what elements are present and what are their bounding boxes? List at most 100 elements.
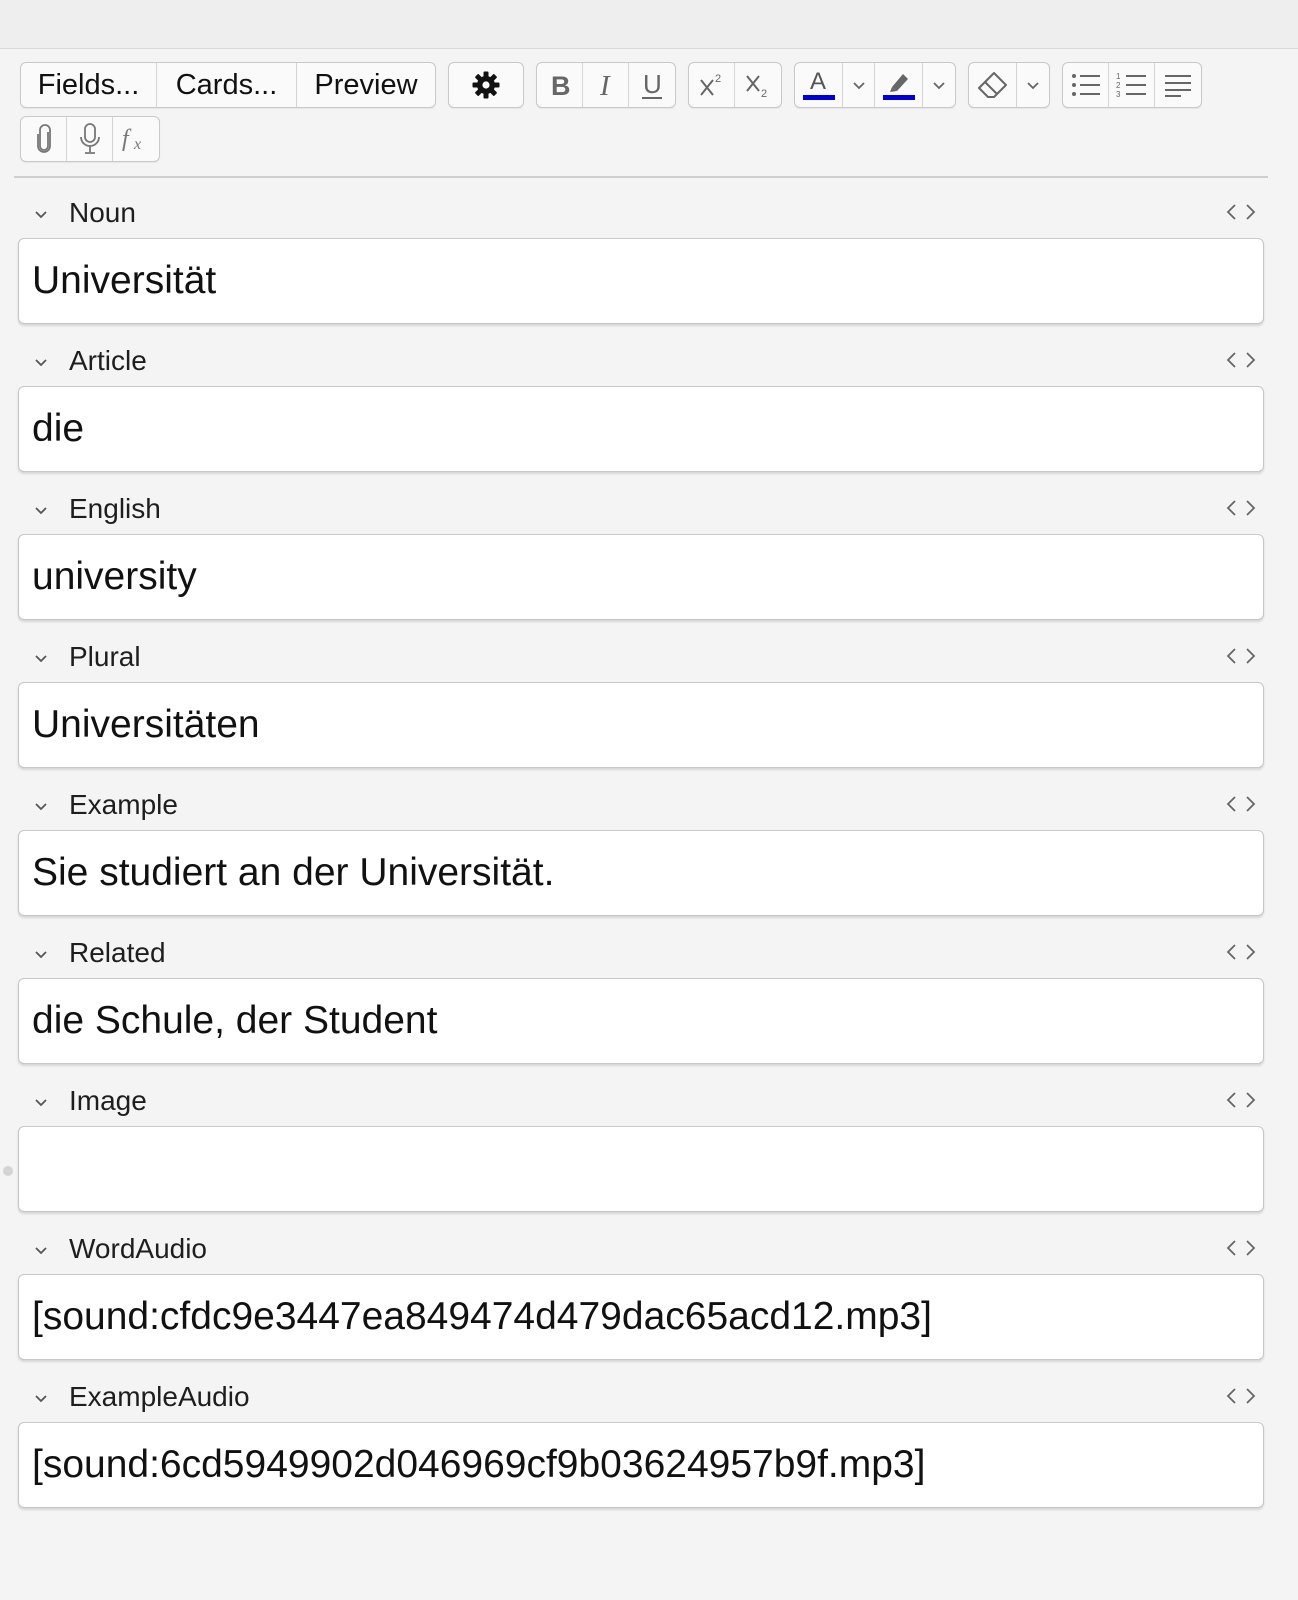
fields-button[interactable]: Fields... (21, 63, 157, 107)
clear-format-dropdown[interactable] (1017, 63, 1049, 107)
window-top-bar (0, 0, 1298, 49)
highlighter-icon (882, 74, 915, 100)
chevron-down-icon[interactable] (30, 648, 52, 670)
toolbar-row-1: Fields... Cards... Preview B I U 2 2 A 1… (20, 62, 1278, 108)
chevron-down-icon (852, 82, 865, 90)
record-audio-button[interactable] (67, 117, 113, 161)
code-toggle-icon[interactable] (1224, 496, 1258, 520)
field-editor[interactable]: university (18, 534, 1264, 620)
chevron-down-icon (933, 82, 945, 90)
text-color-button[interactable]: A (795, 63, 843, 107)
numbered-list-icon: 1 2 3 (1116, 72, 1146, 99)
field-label: Image (69, 1085, 147, 1116)
chevron-down-icon[interactable] (30, 500, 52, 522)
field-example: Example Sie studiert an der Universität. (18, 784, 1290, 932)
math-button[interactable]: f x (113, 117, 159, 161)
highlight-color-button[interactable] (875, 63, 923, 107)
code-toggle-icon[interactable] (1224, 1384, 1258, 1408)
code-toggle-icon[interactable] (1224, 792, 1258, 816)
field-exampleaudio: ExampleAudio [sound:6cd5949902d046969cf9… (18, 1376, 1290, 1524)
field-image: Image (18, 1080, 1290, 1228)
code-toggle-icon[interactable] (1224, 1236, 1258, 1260)
field-label: Plural (69, 641, 141, 672)
toolbar-row-2: f x (20, 116, 1278, 162)
svg-text:f: f (122, 126, 132, 152)
list-group: 1 2 3 (1062, 62, 1202, 108)
field-editor[interactable]: Sie studiert an der Universität. (18, 830, 1264, 916)
unordered-list-button[interactable] (1063, 63, 1109, 107)
text-style-group: B I U (536, 62, 676, 108)
code-toggle-icon[interactable] (1224, 1088, 1258, 1112)
cards-button[interactable]: Cards... (157, 63, 297, 107)
function-icon: f x (122, 126, 141, 153)
options-group (448, 62, 524, 108)
bold-button[interactable]: B (537, 63, 583, 107)
svg-text:2: 2 (1116, 81, 1121, 90)
chevron-down-icon[interactable] (30, 204, 52, 226)
field-editor[interactable]: Universität (18, 238, 1264, 324)
field-article: Article die (18, 340, 1290, 488)
underline-button[interactable]: U (629, 63, 675, 107)
paperclip-icon (36, 124, 51, 153)
field-editor[interactable]: die Schule, der Student (18, 978, 1264, 1064)
code-toggle-icon[interactable] (1224, 940, 1258, 964)
field-english: English university (18, 488, 1290, 636)
field-header: Plural (18, 636, 1290, 678)
field-header: English (18, 488, 1290, 530)
svg-text:2: 2 (761, 88, 767, 100)
field-label: WordAudio (69, 1233, 208, 1264)
gear-icon (472, 71, 500, 99)
text-color-icon: A (802, 68, 835, 100)
highlight-color-dropdown[interactable] (923, 63, 955, 107)
chevron-down-icon[interactable] (30, 352, 52, 374)
field-header: Image (18, 1080, 1290, 1122)
field-editor[interactable]: die (18, 386, 1264, 472)
superscript-icon: 2 (699, 73, 721, 96)
italic-button[interactable]: I (583, 63, 629, 107)
code-toggle-icon[interactable] (1224, 200, 1258, 224)
svg-text:x: x (133, 136, 141, 153)
options-button[interactable] (449, 63, 523, 107)
svg-text:U: U (643, 69, 662, 99)
field-editor[interactable]: [sound:6cd5949902d046969cf9b03624957b9f.… (18, 1422, 1264, 1508)
text-color-dropdown[interactable] (843, 63, 875, 107)
subscript-button[interactable]: 2 (735, 63, 781, 107)
field-editor[interactable]: [sound:cfdc9e3447ea849474d479dac65acd12.… (18, 1274, 1264, 1360)
attach-button[interactable] (21, 117, 67, 161)
field-noun: Noun Universität (18, 192, 1290, 340)
underline-icon: U (642, 69, 662, 99)
bullet-list-icon (1071, 74, 1100, 96)
field-editor[interactable] (18, 1126, 1264, 1212)
field-label: Article (69, 345, 147, 376)
eraser-icon (977, 72, 1007, 98)
field-label: Noun (69, 197, 136, 228)
italic-icon: I (599, 70, 611, 100)
code-toggle-icon[interactable] (1224, 644, 1258, 668)
toolbar-divider (14, 176, 1268, 178)
field-header: Noun (18, 192, 1290, 234)
field-header: Article (18, 340, 1290, 382)
field-label: English (69, 493, 161, 524)
field-label: Related (69, 937, 166, 968)
chevron-down-icon[interactable] (30, 1240, 52, 1262)
drag-handle[interactable] (3, 1166, 13, 1176)
svg-text:2: 2 (715, 73, 721, 85)
script-group: 2 2 (688, 62, 782, 108)
chevron-down-icon[interactable] (30, 944, 52, 966)
chevron-down-icon[interactable] (30, 796, 52, 818)
field-related: Related die Schule, der Student (18, 932, 1290, 1080)
chevron-down-icon[interactable] (30, 1388, 52, 1410)
clear-format-button[interactable] (969, 63, 1017, 107)
ordered-list-button[interactable]: 1 2 3 (1109, 63, 1155, 107)
field-editor[interactable]: Universitäten (18, 682, 1264, 768)
microphone-icon (79, 123, 100, 154)
code-toggle-icon[interactable] (1224, 348, 1258, 372)
preview-button[interactable]: Preview (297, 63, 435, 107)
svg-text:A: A (810, 68, 826, 95)
field-header: ExampleAudio (18, 1376, 1290, 1418)
superscript-button[interactable]: 2 (689, 63, 735, 107)
align-button[interactable] (1155, 63, 1201, 107)
subscript-icon: 2 (746, 75, 767, 100)
chevron-down-icon[interactable] (30, 1092, 52, 1114)
editor-toolbar: Fields... Cards... Preview B I U 2 2 A 1… (20, 62, 1278, 162)
